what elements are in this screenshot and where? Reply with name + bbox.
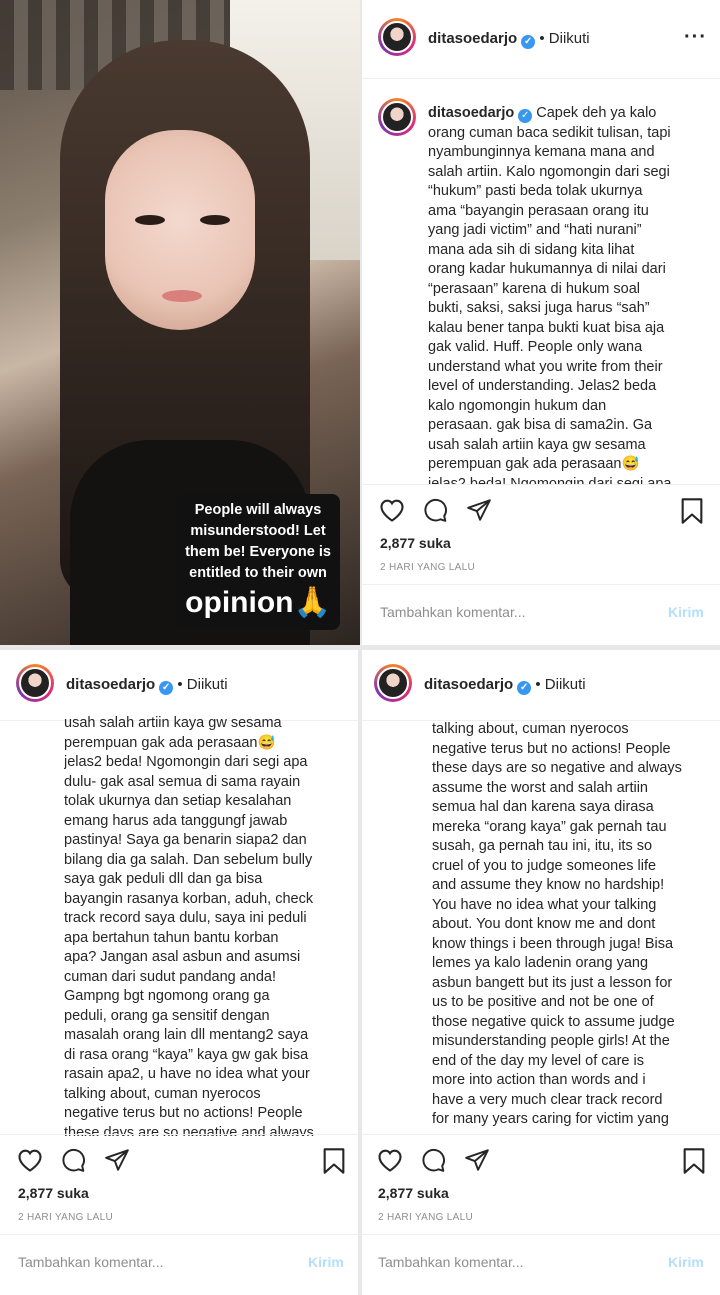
sticker-text: People will always misunderstood! Let th… [185, 502, 331, 581]
username-link[interactable]: ditasoedarjo [66, 676, 155, 693]
caption-body: usah salah artiin kaya gw sesama perempu… [64, 715, 314, 1136]
post-panel-1: ditasoedarjo ✓ • Diikuti ··· ditasoedarjo… [362, 0, 720, 645]
post-panel-2: ditasoedarjo ✓ • Diikuti usah salah artii… [0, 650, 358, 1295]
eye-left [135, 215, 165, 225]
verified-icon: ✓ [518, 109, 533, 123]
post-header: ditasoedarjo ✓ • Diikuti [0, 650, 358, 721]
follow-status[interactable]: • Diikuti [539, 30, 589, 47]
save-bookmark-icon[interactable] [682, 1147, 706, 1175]
action-bar: 2,877 suka 2 HARI YANG LALU Tambahkan ko… [362, 484, 720, 645]
share-icon[interactable] [104, 1147, 130, 1173]
text-sticker: People will always misunderstood! Let th… [176, 494, 340, 630]
like-heart-icon[interactable] [16, 1147, 44, 1173]
post-comment-button[interactable]: Kirim [668, 604, 704, 620]
username-link[interactable]: ditasoedarjo [424, 676, 513, 693]
post-time: 2 HARI YANG LALU [18, 1212, 114, 1223]
post-comment-button[interactable]: Kirim [308, 1254, 344, 1270]
lips [162, 290, 202, 302]
caption-text: ditasoedarjo ✓ Capek deh ya kalo orang cu… [428, 104, 718, 484]
comment-input[interactable]: Tambahkan komentar... [18, 1254, 164, 1270]
avatar[interactable] [374, 664, 412, 702]
more-options-icon[interactable]: ··· [684, 26, 707, 49]
verified-icon: ✓ [159, 681, 174, 695]
sticker-opinion: opinion🙏 [185, 586, 331, 619]
like-heart-icon[interactable] [378, 497, 406, 523]
caption-username[interactable]: ditasoedarjo [428, 105, 514, 121]
post-header: ditasoedarjo ✓ • Diikuti ··· [362, 0, 720, 79]
comment-input[interactable]: Tambahkan komentar... [380, 604, 526, 620]
follow-status[interactable]: • Diikuti [535, 676, 585, 693]
post-time: 2 HARI YANG LALU [378, 1212, 474, 1223]
action-bar: 2,877 suka 2 HARI YANG LALU Tambahkan ko… [362, 1134, 720, 1295]
likes-count[interactable]: 2,877 suka [18, 1185, 89, 1201]
caption-body: talking about, cuman nyerocos negative t… [432, 721, 682, 1127]
verified-icon: ✓ [521, 35, 536, 49]
username-row: ditasoedarjo ✓ • Diikuti [428, 30, 590, 49]
comment-form: Tambahkan komentar... Kirim [0, 1234, 358, 1295]
share-icon[interactable] [466, 497, 492, 523]
comment-form: Tambahkan komentar... Kirim [362, 584, 720, 645]
save-bookmark-icon[interactable] [680, 497, 704, 525]
share-icon[interactable] [464, 1147, 490, 1173]
action-bar: 2,877 suka 2 HARI YANG LALU Tambahkan ko… [0, 1134, 358, 1295]
post-time: 2 HARI YANG LALU [380, 562, 476, 573]
likes-count[interactable]: 2,877 suka [378, 1185, 449, 1201]
avatar[interactable] [16, 664, 54, 702]
verified-icon: ✓ [517, 681, 532, 695]
post-header: ditasoedarjo ✓ • Diikuti [362, 650, 720, 721]
post-photo[interactable]: People will always misunderstood! Let th… [0, 0, 360, 645]
post-comment-button[interactable]: Kirim [668, 1254, 704, 1270]
comment-input[interactable]: Tambahkan komentar... [378, 1254, 524, 1270]
comment-icon[interactable] [422, 497, 448, 523]
follow-status[interactable]: • Diikuti [177, 676, 227, 693]
comment-icon[interactable] [60, 1147, 86, 1173]
username-row: ditasoedarjo ✓ • Diikuti [66, 676, 228, 695]
likes-count[interactable]: 2,877 suka [380, 535, 451, 551]
eye-right [200, 215, 230, 225]
caption-avatar[interactable] [378, 98, 416, 136]
post-panel-3: ditasoedarjo ✓ • Diikuti talking about, c… [362, 650, 720, 1295]
caption-body: Capek deh ya kalo orang cuman baca sedik… [428, 105, 672, 484]
comment-form: Tambahkan komentar... Kirim [362, 1234, 720, 1295]
avatar[interactable] [378, 18, 416, 56]
username-row: ditasoedarjo ✓ • Diikuti [424, 676, 586, 695]
comment-icon[interactable] [420, 1147, 446, 1173]
save-bookmark-icon[interactable] [322, 1147, 346, 1175]
username-link[interactable]: ditasoedarjo [428, 30, 517, 47]
like-heart-icon[interactable] [376, 1147, 404, 1173]
